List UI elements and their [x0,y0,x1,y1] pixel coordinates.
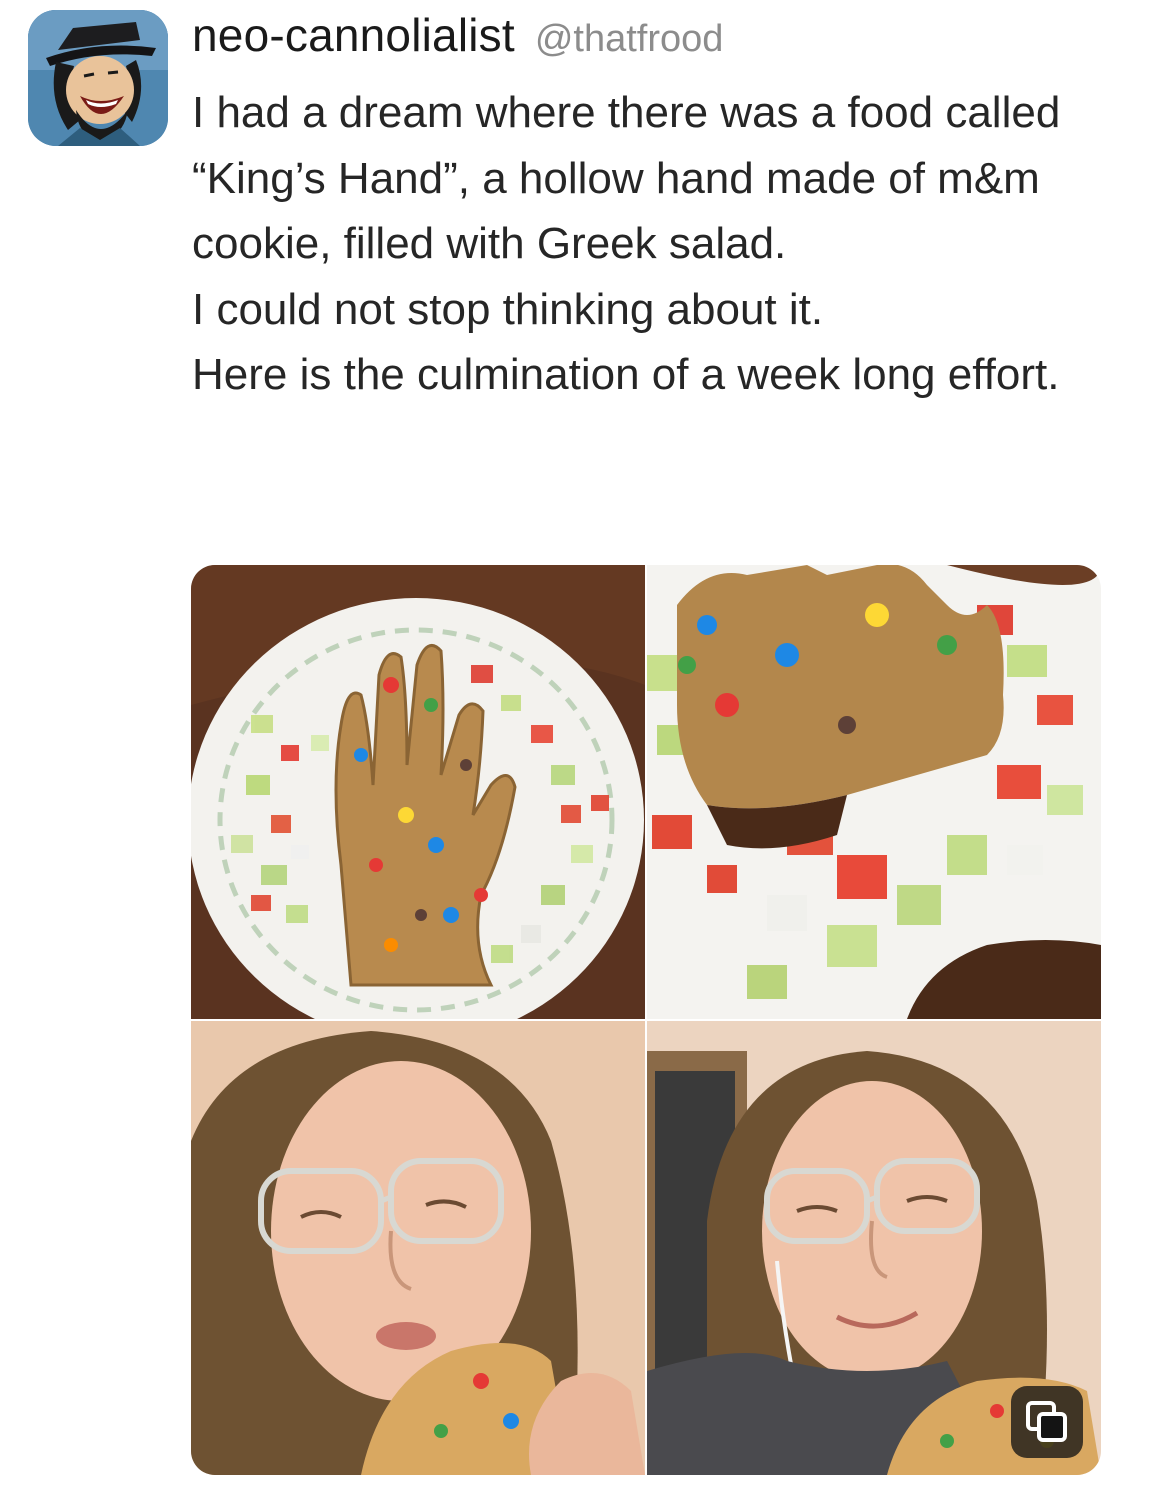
tweet-text: I had a dream where there was a food cal… [192,80,1142,408]
copy-icon [1026,1401,1067,1442]
author-display-name[interactable]: neo-cannolialist [192,8,515,62]
photo-person-eating[interactable] [191,1021,645,1475]
copy-button[interactable] [1011,1386,1083,1458]
tweet-paragraph: Here is the culmination of a week long e… [192,350,1060,399]
photo-cookie-hand-plate[interactable] [191,565,645,1019]
cookie-hand-plate-image [191,565,645,1019]
tweet-paragraph: I could not stop thinking about it. [192,284,824,334]
cartoon-avatar-icon [28,10,168,146]
author-handle[interactable]: @thatfrood [535,18,724,61]
avatar[interactable] [28,10,168,146]
tweet-header: neo-cannolialist @thatfrood [192,8,723,68]
cookie-hand-closeup-image [647,565,1101,1019]
media-grid [191,565,1101,1475]
person-eating-image [191,1021,645,1475]
tweet-paragraph: I had a dream where there was a food cal… [192,88,1061,268]
photo-cookie-hand-closeup[interactable] [647,565,1101,1019]
